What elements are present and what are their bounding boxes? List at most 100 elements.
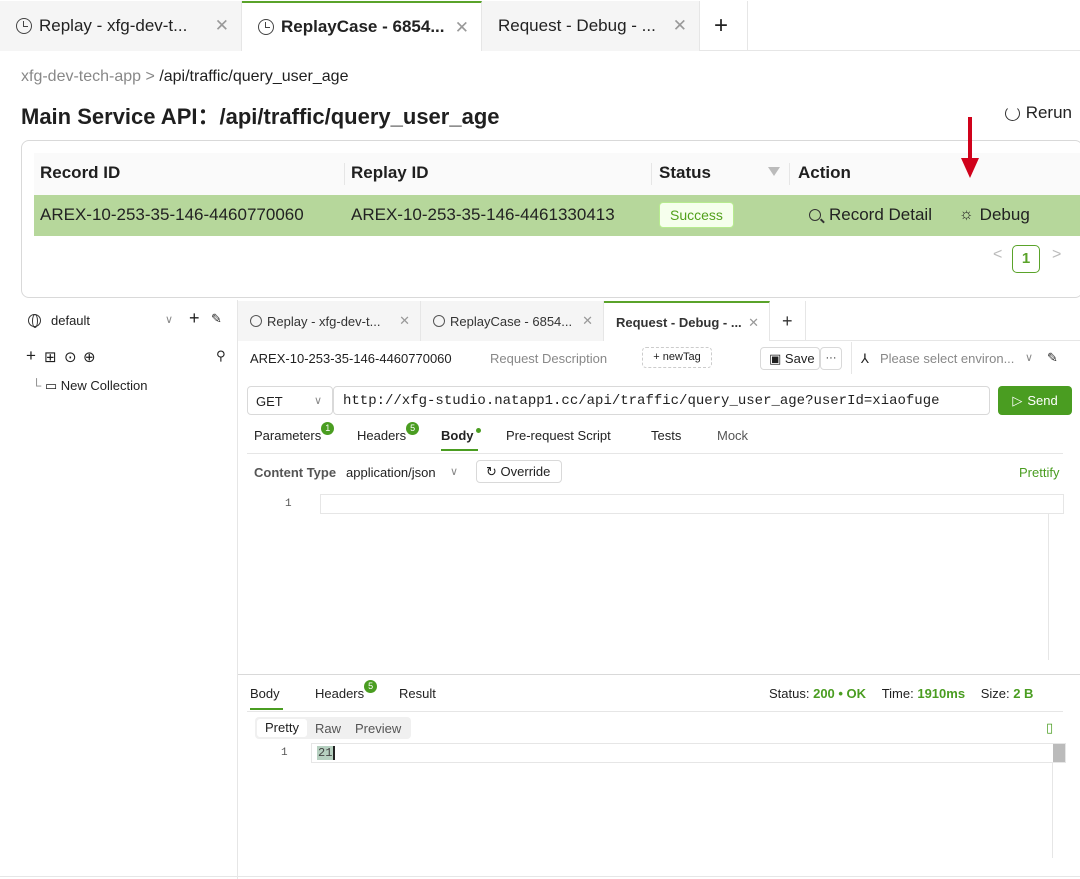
breadcrumb-separator: > xyxy=(145,68,155,85)
view-pretty[interactable]: Pretty xyxy=(257,719,307,737)
search-icon xyxy=(809,209,821,221)
body-editor[interactable] xyxy=(320,494,1064,514)
refresh-icon xyxy=(1004,105,1020,121)
add-tab-button[interactable]: + xyxy=(770,301,806,341)
edit-icon[interactable]: ✎ xyxy=(211,311,222,327)
search-icon[interactable]: ⚲ xyxy=(216,348,226,364)
record-detail-button[interactable]: Record Detail xyxy=(809,205,932,225)
tab-headers-label: Headers xyxy=(357,428,407,443)
history-icon xyxy=(433,315,445,327)
col-action: Action xyxy=(798,163,851,182)
send-button[interactable]: ▷ Send xyxy=(998,386,1072,415)
refresh-icon: ↻ xyxy=(486,464,497,479)
tab-parameters-label: Parameters xyxy=(254,428,322,443)
chevron-down-icon[interactable]: ∨ xyxy=(165,313,173,326)
close-icon[interactable]: ✕ xyxy=(673,16,687,36)
prettify-button[interactable]: Prettify xyxy=(1019,465,1059,480)
tree-line-icon: └ xyxy=(32,378,42,393)
response-tab-headers-label: Headers xyxy=(315,686,365,701)
url-input[interactable]: http://xfg-studio.natapp1.cc/api/traffic… xyxy=(333,386,990,415)
table-header: Record ID Replay ID Status Action xyxy=(34,153,1080,195)
environment-select[interactable]: Please select environ... xyxy=(880,351,1014,366)
globe-icon xyxy=(28,314,41,328)
content-type-label: Content Type xyxy=(254,465,337,480)
time-value: 1910ms xyxy=(917,686,966,701)
line-number: 1 xyxy=(285,498,292,510)
close-icon[interactable]: ✕ xyxy=(399,313,410,329)
debug-button[interactable]: ☼ Debug xyxy=(959,205,1030,225)
copy-icon[interactable]: ▯ xyxy=(1046,720,1053,736)
response-tab-body[interactable]: Body xyxy=(250,686,280,701)
tab-replaycase[interactable]: ReplayCase - 6854... ✕ xyxy=(421,301,604,341)
tab-prerequest-script[interactable]: Pre-request Script xyxy=(506,428,611,443)
active-tab-indicator xyxy=(250,708,283,710)
tab-replaycase[interactable]: ReplayCase - 6854... ✕ xyxy=(242,1,482,51)
override-button[interactable]: ↻ Override xyxy=(476,460,562,483)
workspace-select[interactable]: default xyxy=(51,313,90,328)
col-status: Status xyxy=(659,163,711,182)
play-icon[interactable]: ⊙ xyxy=(64,348,77,366)
response-tab-result[interactable]: Result xyxy=(399,686,436,701)
tab-label: Request - Debug - ... xyxy=(616,314,742,330)
close-icon[interactable]: ✕ xyxy=(582,313,593,329)
size-label: Size: xyxy=(980,686,1010,701)
history-icon xyxy=(16,18,32,34)
close-icon[interactable]: ✕ xyxy=(215,16,229,36)
save-label: Save xyxy=(784,351,815,366)
annotation-arrow-head xyxy=(961,158,979,178)
page-1-button[interactable]: 1 xyxy=(1012,245,1040,273)
annotation-arrow xyxy=(968,117,972,160)
time-label: Time: xyxy=(881,686,914,701)
new-tag-button[interactable]: + newTag xyxy=(642,347,712,368)
tab-headers[interactable]: Headers 5 xyxy=(357,422,420,443)
tab-replay[interactable]: Replay - xfg-dev-t... ✕ xyxy=(0,1,242,51)
response-tab-headers[interactable]: Headers 5 xyxy=(315,680,378,701)
send-icon: ▷ xyxy=(1012,392,1023,408)
add-tab-button[interactable]: + xyxy=(700,1,748,51)
chevron-down-icon[interactable]: ∨ xyxy=(1025,351,1033,364)
target-icon[interactable]: ⊕ xyxy=(83,348,96,366)
tab-request-debug[interactable]: Request - Debug - ... ✕ xyxy=(482,1,700,51)
environment-icon: ⅄ xyxy=(861,351,869,366)
add-icon[interactable]: + xyxy=(26,346,36,366)
title-prefix: Main Service API： xyxy=(21,104,220,129)
tree-item-label: New Collection xyxy=(60,378,148,393)
save-icon: ▣ xyxy=(769,351,782,366)
size-value: 2 B xyxy=(1013,686,1034,701)
import-icon[interactable]: ⊞ xyxy=(44,348,57,366)
response-editor: 21 xyxy=(311,743,1066,763)
content-type-select[interactable]: application/json xyxy=(346,465,436,480)
tab-body[interactable]: Body xyxy=(441,428,481,443)
save-button[interactable]: ▣ Save xyxy=(760,347,820,370)
filter-icon[interactable] xyxy=(768,167,780,176)
breadcrumb-parent[interactable]: xfg-dev-tech-app xyxy=(21,68,141,85)
request-description[interactable]: Request Description xyxy=(490,351,607,366)
response-content: 21 xyxy=(317,746,336,760)
add-icon[interactable]: + xyxy=(189,308,200,329)
edit-icon[interactable]: ✎ xyxy=(1047,350,1058,366)
close-icon[interactable]: ✕ xyxy=(455,18,469,38)
replay-id-cell: AREX-10-253-35-146-4461330413 xyxy=(351,205,615,224)
request-name[interactable]: AREX-10-253-35-146-4460770060 xyxy=(250,351,452,366)
prev-page-button[interactable]: < xyxy=(993,246,1002,264)
next-page-button[interactable]: > xyxy=(1052,246,1061,264)
chevron-down-icon[interactable]: ∨ xyxy=(450,465,458,478)
tab-replay[interactable]: Replay - xfg-dev-t... ✕ xyxy=(238,301,421,341)
close-icon[interactable]: ✕ xyxy=(748,315,759,331)
sidebar-toolbar: + ⊞ ⊙ ⊕ ⚲ xyxy=(26,346,226,368)
view-preview[interactable]: Preview xyxy=(355,721,401,736)
tab-tests[interactable]: Tests xyxy=(651,428,681,443)
history-icon xyxy=(258,19,274,35)
response-view-toggle: Pretty Raw Preview xyxy=(255,717,411,739)
tree-item-new-collection[interactable]: └ ▭ New Collection xyxy=(32,378,147,394)
rerun-button[interactable]: Rerun xyxy=(1004,103,1072,123)
method-select[interactable]: GET ∨ xyxy=(247,386,333,415)
body-dot-indicator xyxy=(475,428,481,433)
more-button[interactable]: ··· xyxy=(820,347,842,370)
tab-mock[interactable]: Mock xyxy=(717,428,748,443)
tab-request-debug[interactable]: Request - Debug - ... ✕ xyxy=(604,301,770,341)
tab-parameters[interactable]: Parameters 1 xyxy=(254,422,335,443)
view-raw[interactable]: Raw xyxy=(315,721,341,736)
col-record-id: Record ID xyxy=(40,163,121,182)
scrollbar[interactable] xyxy=(1053,744,1065,762)
